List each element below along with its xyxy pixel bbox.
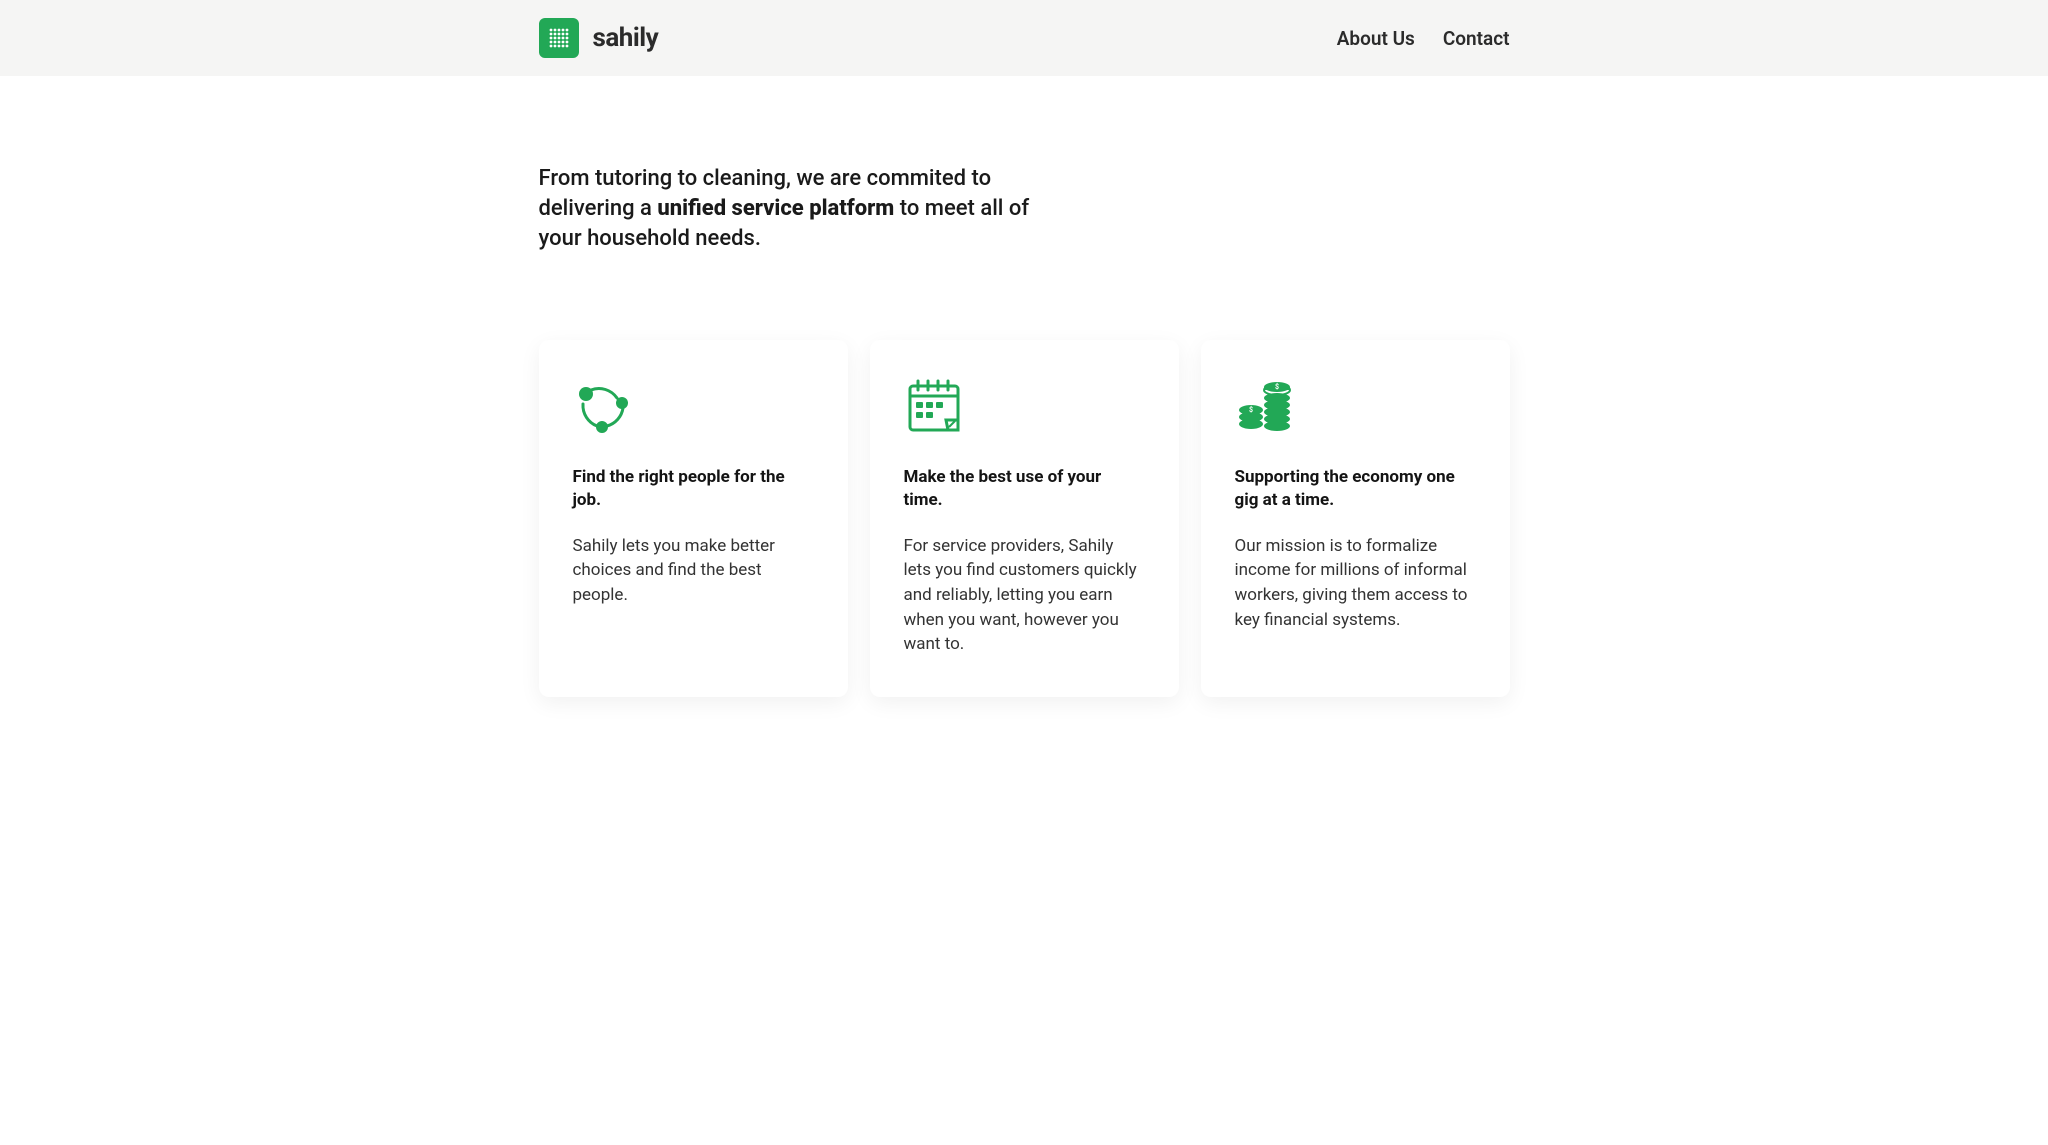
card-title: Make the best use of your time. bbox=[904, 466, 1145, 512]
hero-bold: unified service platform bbox=[657, 196, 894, 221]
logo[interactable]: sahily bbox=[539, 18, 659, 58]
logo-mark-icon bbox=[539, 18, 579, 58]
network-icon bbox=[573, 376, 633, 436]
card-title: Supporting the economy one gig at a time… bbox=[1235, 466, 1476, 512]
card-find-people: Find the right people for the job. Sahil… bbox=[539, 340, 848, 697]
svg-text:$: $ bbox=[1274, 383, 1278, 391]
primary-nav: About Us Contact bbox=[1337, 27, 1510, 50]
svg-text:$: $ bbox=[1248, 406, 1252, 414]
hero-text: From tutoring to cleaning, we are commit… bbox=[539, 164, 1049, 254]
nav-about[interactable]: About Us bbox=[1337, 27, 1415, 50]
main-content: From tutoring to cleaning, we are commit… bbox=[303, 76, 1746, 697]
card-title: Find the right people for the job. bbox=[573, 466, 814, 512]
site-header: sahily About Us Contact bbox=[0, 0, 2048, 76]
coins-icon: $ $ bbox=[1235, 376, 1295, 436]
nav-contact[interactable]: Contact bbox=[1443, 27, 1510, 50]
card-body: Our mission is to formalize income for m… bbox=[1235, 534, 1476, 633]
card-use-time: Make the best use of your time. For serv… bbox=[870, 340, 1179, 697]
card-body: Sahily lets you make better choices and … bbox=[573, 534, 814, 608]
card-body: For service providers, Sahily lets you f… bbox=[904, 534, 1145, 657]
card-economy: $ $ Supporting the economy one gig at a … bbox=[1201, 340, 1510, 697]
feature-cards: Find the right people for the job. Sahil… bbox=[539, 340, 1510, 697]
calendar-icon bbox=[904, 376, 964, 436]
logo-text: sahily bbox=[593, 23, 659, 53]
